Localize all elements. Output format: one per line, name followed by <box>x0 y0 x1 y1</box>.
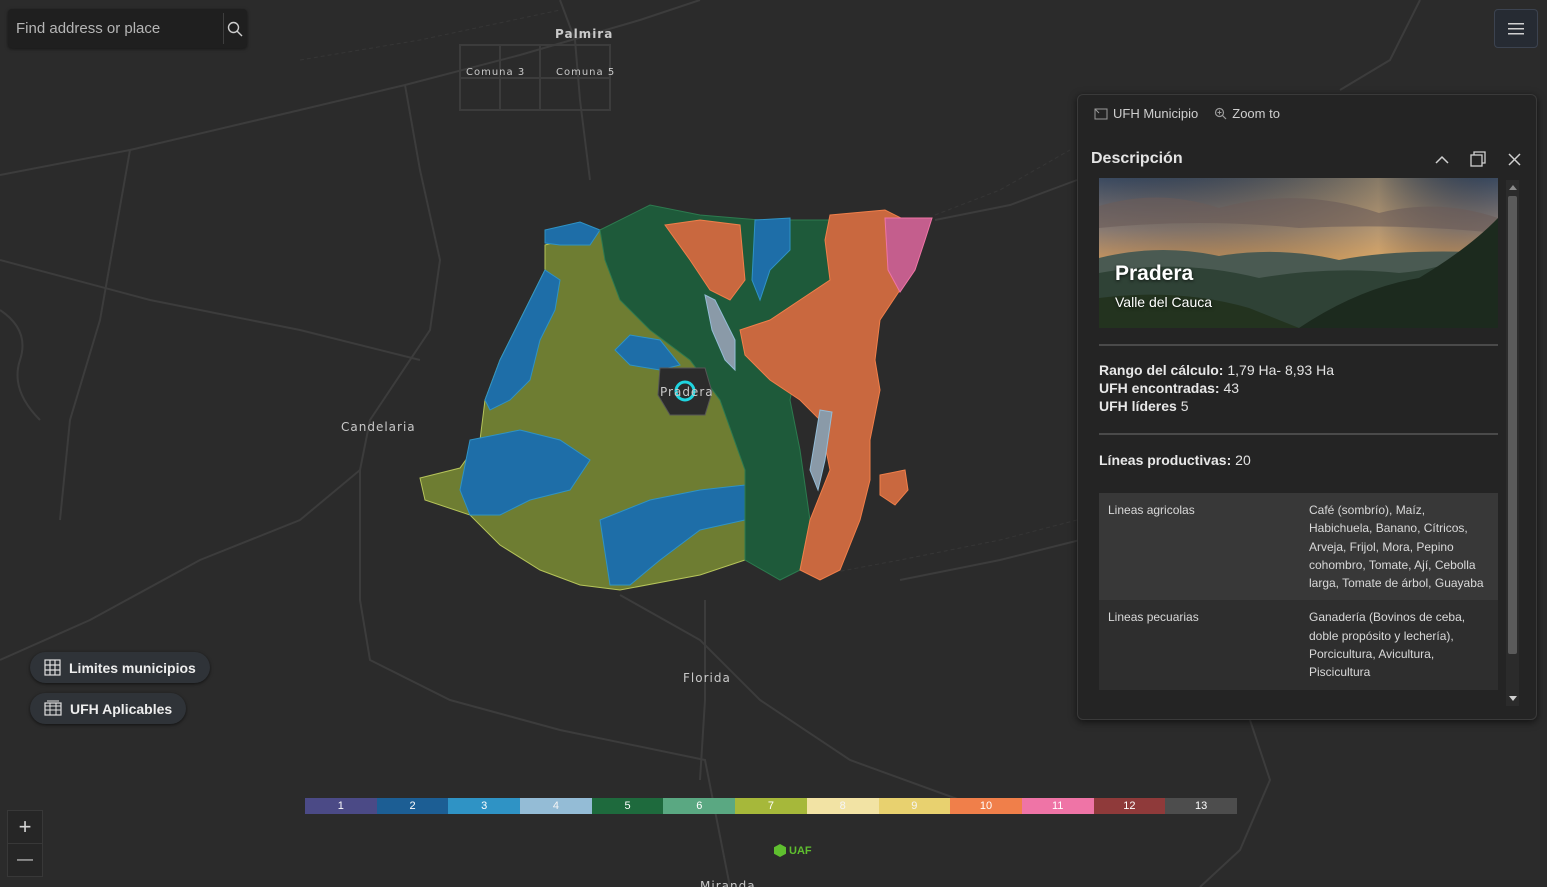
dock-icon <box>1470 151 1486 167</box>
hero-image: Pradera Valle del Cauca <box>1099 178 1498 328</box>
hero-subtitle: Valle del Cauca <box>1115 294 1213 310</box>
encontradas-row: UFH encontradas: 43 <box>1099 379 1498 397</box>
legend-class-7: 7 <box>735 798 807 814</box>
ufh-label: UFH Aplicables <box>70 700 173 717</box>
legend-class-12: 12 <box>1093 798 1166 814</box>
menu-button[interactable] <box>1494 9 1538 48</box>
lineas-label: Líneas productivas: <box>1099 452 1232 468</box>
legend-class-13: 13 <box>1165 798 1237 814</box>
legend-class-6: 6 <box>663 798 736 814</box>
hamburger-icon <box>1508 22 1524 34</box>
ufh-municipio-action[interactable]: UFH Municipio <box>1094 106 1198 121</box>
search-widget <box>8 9 247 48</box>
encontradas-label: UFH encontradas: <box>1099 380 1220 396</box>
table-value: Ganadería (Bovinos de ceba, doble propós… <box>1309 610 1466 680</box>
feature-popup: UFH Municipio Zoom to Descripción Prader… <box>1077 94 1537 720</box>
hexagon-icon <box>774 844 786 857</box>
scroll-up-arrow[interactable] <box>1509 185 1517 190</box>
search-icon <box>227 21 242 36</box>
lineas-value: 20 <box>1231 452 1251 468</box>
table-key: Lineas agricolas <box>1108 503 1195 517</box>
popup-actions: UFH Municipio Zoom to <box>1094 106 1280 121</box>
chevron-up-icon <box>1435 155 1449 164</box>
divider <box>1099 344 1498 346</box>
zoom-control: + — <box>7 810 43 877</box>
popup-scrollbar[interactable] <box>1506 180 1519 706</box>
label-comuna5: Comuna 5 <box>556 67 615 78</box>
popup-content[interactable]: Pradera Valle del Cauca Rango del cálcul… <box>1099 178 1498 708</box>
uaf-logo: UAF <box>774 844 812 857</box>
table-value: Café (sombrío), Maíz, Habichuela, Banano… <box>1309 503 1484 591</box>
legend-class-8: 8 <box>806 798 879 814</box>
encontradas-value: 43 <box>1219 380 1240 396</box>
legend-class-3: 3 <box>448 798 521 814</box>
divider <box>1099 433 1498 435</box>
lineas-block: Líneas productivas: 20 <box>1099 451 1498 469</box>
popup-title: Descripción <box>1091 150 1183 167</box>
zone-orange-spot[interactable] <box>879 469 909 506</box>
legend-class-9: 9 <box>878 798 951 814</box>
ufh-class-legend: 1 2 3 4 5 6 7 8 9 10 11 12 13 <box>305 798 1237 814</box>
rango-label: Rango del cálculo: <box>1099 362 1224 378</box>
search-input[interactable] <box>8 10 223 47</box>
zoom-to-label: Zoom to <box>1232 106 1280 121</box>
attributes-table: Lineas agricolas Café (sombrío), Maíz, H… <box>1099 493 1498 690</box>
label-pradera: Pradera <box>660 385 714 399</box>
limites-label: Limites municipios <box>69 659 196 676</box>
zoom-to-action[interactable]: Zoom to <box>1214 106 1280 121</box>
legend-class-5: 5 <box>591 798 664 814</box>
collapse-button[interactable] <box>1432 149 1452 169</box>
ufh-municipio-label: UFH Municipio <box>1113 106 1199 121</box>
zoom-in-button[interactable]: + <box>8 811 42 843</box>
table-row: Lineas pecuarias Ganadería (Bovinos de c… <box>1099 600 1498 690</box>
legend-class-10: 10 <box>950 798 1022 814</box>
legend-class-2: 2 <box>376 798 449 814</box>
popup-tools <box>1432 149 1524 169</box>
zone-blue-north[interactable] <box>544 221 601 246</box>
label-florida: Florida <box>683 671 731 685</box>
map-layers-icon <box>44 700 62 716</box>
legend-class-4: 4 <box>520 798 592 814</box>
label-miranda: Miranda <box>700 879 756 887</box>
label-candelaria: Candelaria <box>341 420 416 434</box>
scroll-thumb[interactable] <box>1508 196 1517 654</box>
scroll-down-arrow[interactable] <box>1509 696 1517 701</box>
label-comuna3: Comuna 3 <box>466 67 525 78</box>
lideres-row: UFH líderes 5 <box>1099 397 1498 415</box>
selection-icon <box>1094 108 1108 120</box>
zoom-out-button[interactable]: — <box>8 843 42 876</box>
uaf-logo-text: UAF <box>789 844 812 857</box>
limites-municipios-button[interactable]: Limites municipios <box>30 652 210 683</box>
ufh-aplicables-button[interactable]: UFH Aplicables <box>30 693 187 724</box>
grid-icon <box>44 659 61 676</box>
legend-class-1: 1 <box>305 798 377 814</box>
stats-block: Rango del cálculo: 1,79 Ha- 8,93 Ha UFH … <box>1099 361 1498 415</box>
rango-value: 1,79 Ha- 8,93 Ha <box>1223 362 1334 378</box>
close-icon <box>1507 152 1521 166</box>
legend-class-11: 11 <box>1021 798 1094 814</box>
search-button[interactable] <box>223 13 245 44</box>
label-palmira: Palmira <box>555 27 613 41</box>
table-row: Lineas agricolas Café (sombrío), Maíz, H… <box>1099 493 1498 601</box>
table-key: Lineas pecuarias <box>1108 610 1199 625</box>
lideres-label: UFH líderes <box>1099 398 1177 414</box>
lideres-value: 5 <box>1176 398 1189 414</box>
rango-row: Rango del cálculo: 1,79 Ha- 8,93 Ha <box>1099 361 1498 379</box>
dock-button[interactable] <box>1468 149 1488 169</box>
close-button[interactable] <box>1504 149 1524 169</box>
zoom-to-icon <box>1215 107 1227 120</box>
hero-title: Pradera <box>1115 262 1194 285</box>
